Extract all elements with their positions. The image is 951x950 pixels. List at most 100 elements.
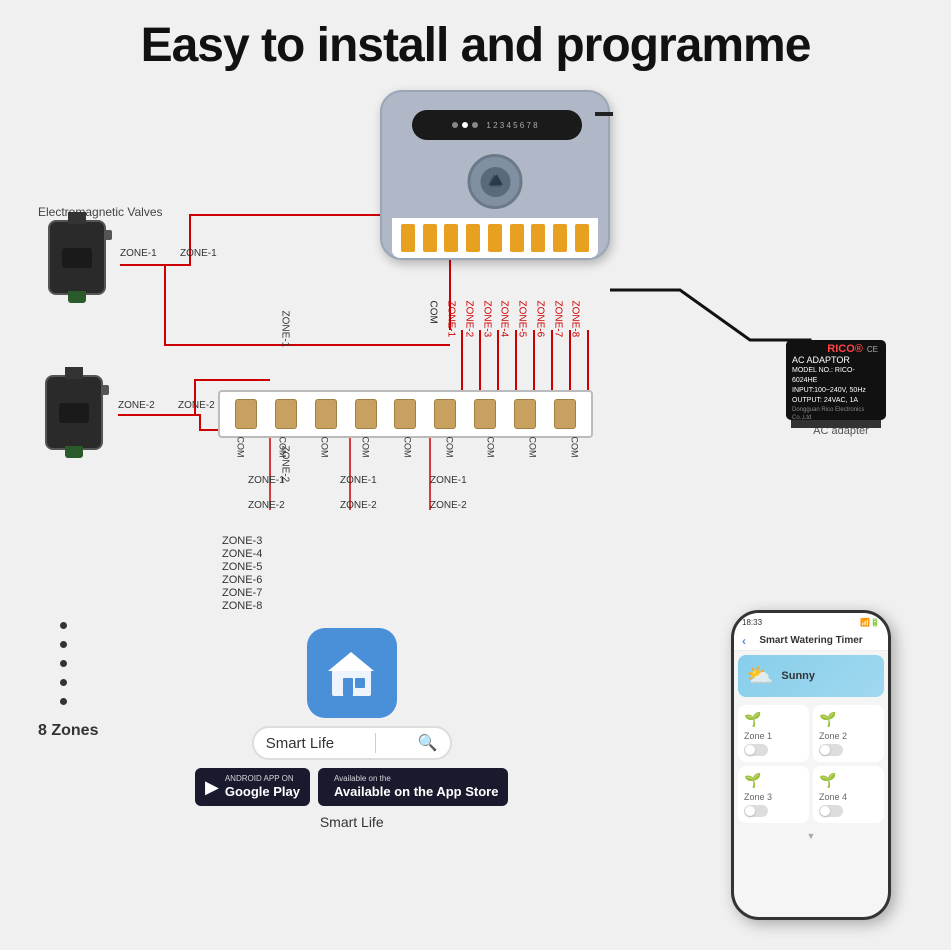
controller-display: 1 2 3 4 5 6 7 8 [412, 110, 582, 140]
com-label: COM [402, 437, 412, 458]
search-divider [375, 733, 376, 753]
ac-adapter: RICO® CE AC ADAPTOR MODEL NO.: RICO-6024… [786, 340, 896, 437]
zone-card-label-3: Zone 3 [744, 792, 803, 802]
terminal-screw [315, 399, 337, 429]
zone-label-right-5: ZONE-5 [517, 301, 528, 338]
zone-toggle-2[interactable] [819, 744, 843, 756]
zones-count-label: 8 Zones [38, 722, 98, 740]
store-badges: ▶ ANDROID APP ON Google Play Available o… [195, 768, 508, 806]
com-labels: COM COM COM COM COM COM COM COM COM [220, 442, 595, 452]
terminal [466, 224, 480, 252]
dot [60, 698, 67, 705]
apple-badge-main-text: Available on the App Store [334, 784, 498, 800]
zone-card-icon: 🌱 [744, 711, 803, 728]
terminal-screw [514, 399, 536, 429]
com-label: COM [361, 437, 371, 458]
play-icon: ▶ [205, 777, 219, 798]
com-label: COM [486, 437, 496, 458]
zone-card-3: 🌱 Zone 3 [738, 766, 809, 823]
zone-list-item: ZONE-3 [222, 535, 262, 547]
zone-label-v1-2: ZONE-1 [180, 248, 217, 259]
controller-button[interactable] [468, 154, 523, 209]
google-play-badge[interactable]: ▶ ANDROID APP ON Google Play [195, 768, 310, 806]
valve-1 [48, 220, 106, 295]
controller-cable [595, 112, 613, 116]
terminal-screw [275, 399, 297, 429]
zone-label-com-right: COM [428, 301, 439, 324]
terminal-screw [434, 399, 456, 429]
zone-label-right-3: ZONE-3 [482, 301, 493, 338]
zone1-bottom-3: ZONE-1 [430, 475, 467, 486]
smart-life-text-label: Smart Life [320, 814, 384, 830]
search-text: Smart Life [266, 735, 334, 752]
phone-icons: 📶🔋 [860, 618, 880, 627]
app-store-badge[interactable]: Available on the Available on the App St… [318, 768, 508, 806]
dot [60, 622, 67, 629]
phone-mockup: 18:33 📶🔋 ‹ Smart Watering Timer ⛅ Sunny … [731, 610, 891, 920]
controller-button-inner [480, 167, 510, 197]
zone-toggle-1[interactable] [744, 744, 768, 756]
zone-label-right-2: ZONE-2 [464, 301, 475, 338]
com-label: COM [527, 437, 537, 458]
zone-card-1: 🌱 Zone 1 [738, 705, 809, 762]
zone-list-item: ZONE-8 [222, 600, 262, 612]
zone2-bottom-1: ZONE-2 [248, 500, 285, 511]
zone1-bottom-1: ZONE-1 [248, 475, 285, 486]
phone-zones-grid: 🌱 Zone 1 🌱 Zone 2 🌱 Zone 3 🌱 Zone 4 [734, 701, 888, 827]
terminal [401, 224, 415, 252]
com-label: COM [236, 437, 246, 458]
zone-toggle-3[interactable] [744, 805, 768, 817]
back-button[interactable]: ‹ [742, 634, 746, 648]
zone2-bottom-3: ZONE-2 [430, 500, 467, 511]
google-badge-main-text: Google Play [225, 784, 300, 800]
zone-list-item: ZONE-4 [222, 548, 262, 560]
terminal [488, 224, 502, 252]
zone-label-v2-2: ZONE-2 [178, 400, 215, 411]
zone-label-right-7: ZONE-7 [553, 301, 564, 338]
google-badge-small-text: ANDROID APP ON [225, 774, 300, 784]
phone-status-bar: 18:33 📶🔋 [734, 613, 888, 631]
search-icon[interactable]: 🔍 [418, 733, 438, 753]
zone-card-label-1: Zone 1 [744, 731, 803, 741]
home-icon [324, 646, 379, 701]
terminal-strip [218, 390, 593, 438]
zone-card-label-4: Zone 4 [819, 792, 878, 802]
zone2-bottom-2: ZONE-2 [340, 500, 377, 511]
zone-label-v1-vert: ZONE-1 [280, 311, 291, 348]
zone-label-right-1: ZONE-1 [446, 301, 457, 338]
zone-list: ZONE-3 ZONE-4 ZONE-5 ZONE-6 ZONE-7 ZONE-… [222, 535, 262, 612]
dot [60, 679, 67, 686]
ac-type-label: AC ADAPTOR [792, 354, 850, 367]
terminal-screw [474, 399, 496, 429]
controller-body: 1 2 3 4 5 6 7 8 [380, 90, 610, 260]
valve-2 [45, 375, 103, 450]
phone-weather: ⛅ Sunny [738, 655, 884, 697]
terminal [510, 224, 524, 252]
apple-badge-small-text: Available on the [334, 774, 498, 784]
dot [60, 660, 67, 667]
zone-card-icon: 🌱 [744, 772, 803, 789]
com-label: COM [444, 437, 454, 458]
smart-life-icon [307, 628, 397, 718]
dot [60, 641, 67, 648]
phone-app-title: ‹ Smart Watering Timer [734, 631, 888, 651]
more-zones-hint: ▼ [734, 827, 888, 845]
weather-label: Sunny [781, 670, 815, 682]
terminal-screw [394, 399, 416, 429]
terminal-screw [355, 399, 377, 429]
zone-toggle-4[interactable] [819, 805, 843, 817]
zone-label-right-8: ZONE-8 [570, 301, 581, 338]
ac-brand: RICO® [827, 343, 863, 355]
phone-title-text: Smart Watering Timer [759, 635, 862, 646]
zone1-bottom-2: ZONE-1 [340, 475, 377, 486]
zone-label-right-6: ZONE-6 [535, 301, 546, 338]
ac-output: OUTPUT: 24VAC, 1A [792, 396, 858, 406]
zone-card-icon: 🌱 [819, 711, 878, 728]
zone-list-item: ZONE-7 [222, 587, 262, 599]
zone-card-2: 🌱 Zone 2 [813, 705, 884, 762]
terminal-screw [235, 399, 257, 429]
search-bar[interactable]: Smart Life 🔍 [252, 726, 452, 760]
em-valves-label: Electromagnetic Valves [38, 205, 163, 219]
com-label: COM [277, 437, 287, 458]
app-section: Smart Life 🔍 ▶ ANDROID APP ON Google Pla… [195, 628, 508, 830]
